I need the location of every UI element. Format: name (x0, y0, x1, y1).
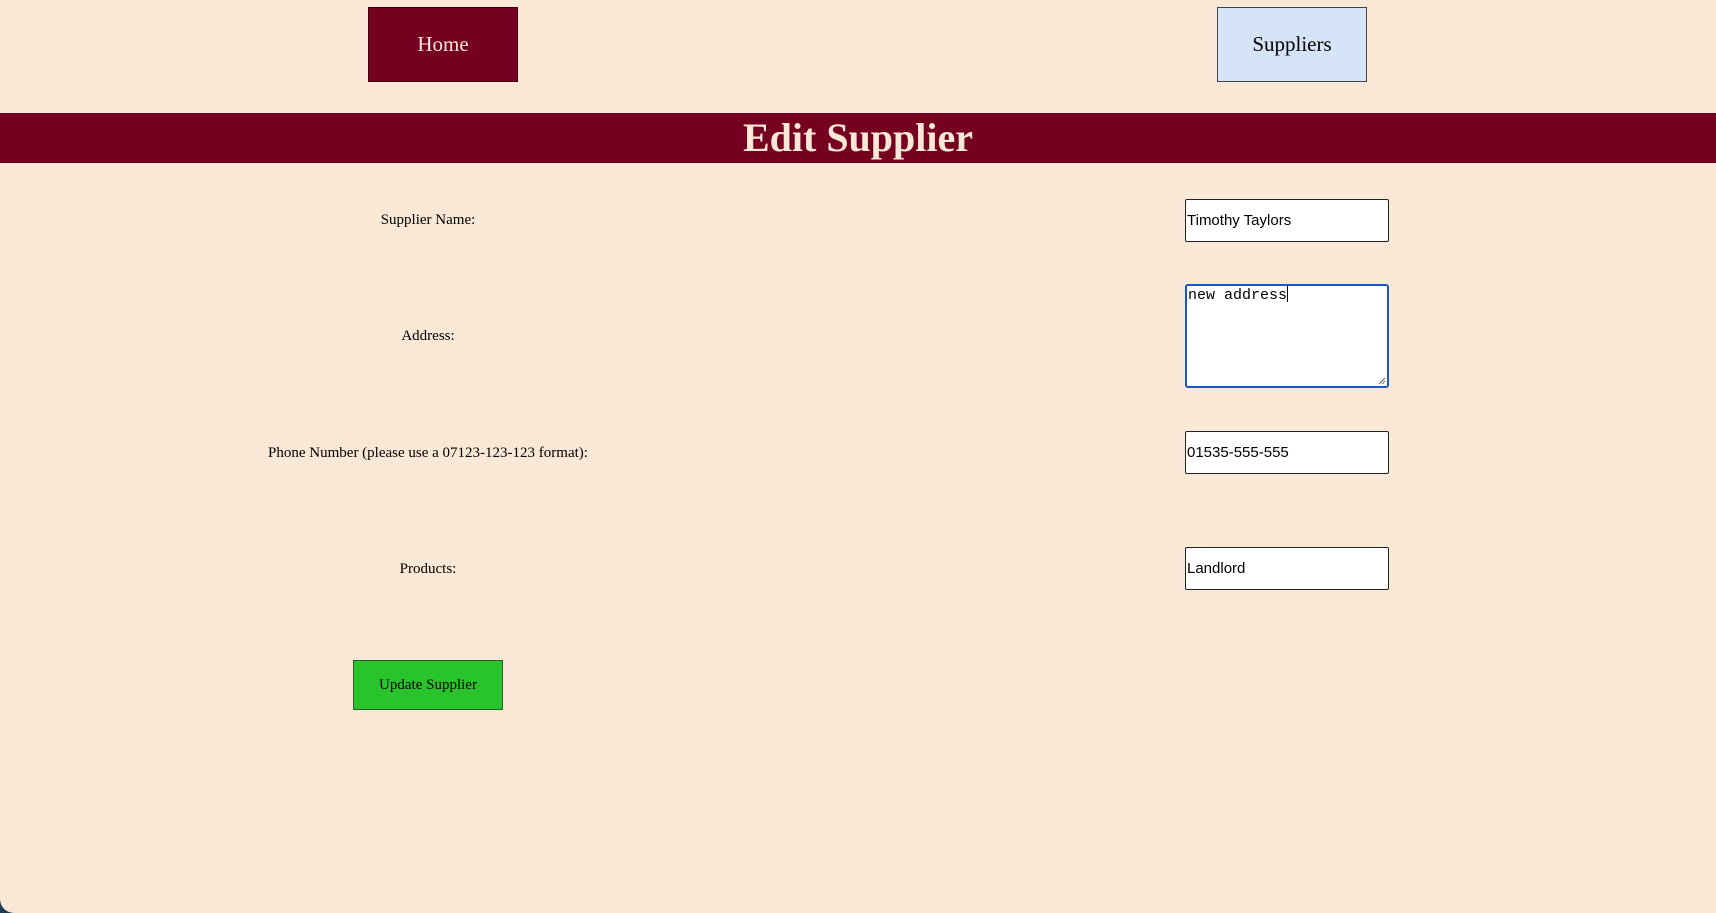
phone-label: Phone Number (please use a 07123-123-123… (268, 445, 588, 461)
phone-value: 01535-555-555 (1187, 444, 1289, 461)
page: Home Suppliers Edit Supplier Supplier Na… (0, 0, 1716, 913)
suppliers-button[interactable]: Suppliers (1217, 7, 1367, 82)
text-caret (1287, 286, 1289, 302)
home-button[interactable]: Home (368, 7, 518, 82)
update-supplier-button[interactable]: Update Supplier (353, 660, 503, 710)
address-label: Address: (401, 328, 455, 344)
products-input[interactable]: Landlord (1185, 547, 1389, 590)
title-bar: Edit Supplier (0, 113, 1716, 163)
phone-input[interactable]: 01535-555-555 (1185, 431, 1389, 474)
suppliers-button-label: Suppliers (1252, 32, 1332, 56)
supplier-name-value: Timothy Taylors (1187, 212, 1292, 229)
supplier-name-input[interactable]: Timothy Taylors (1185, 199, 1389, 242)
home-button-label: Home (417, 32, 469, 56)
resize-grip-icon[interactable] (1378, 377, 1386, 385)
page-title: Edit Supplier (742, 115, 974, 160)
products-label: Products: (399, 561, 457, 577)
update-supplier-button-label: Update Supplier (379, 676, 477, 693)
address-textarea[interactable]: new address (1185, 284, 1389, 388)
address-value: new address (1188, 287, 1288, 304)
products-value: Landlord (1187, 560, 1246, 577)
supplier-name-label: Supplier Name: (380, 212, 476, 228)
